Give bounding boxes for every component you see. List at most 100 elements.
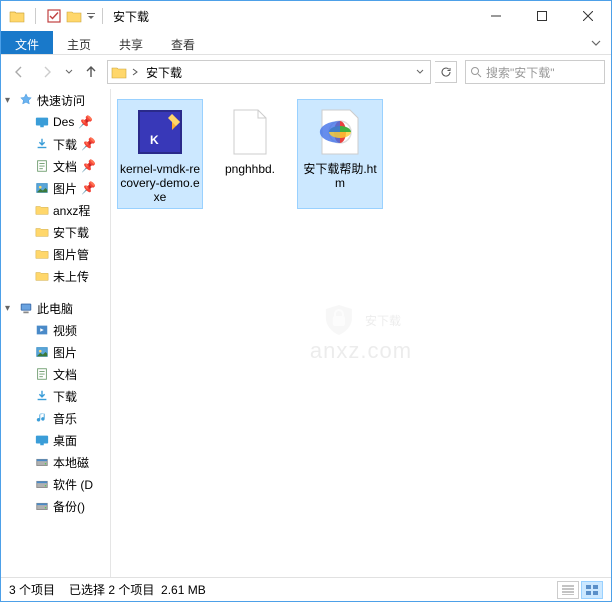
disk-icon [33, 499, 51, 513]
ribbon-expand-icon[interactable] [581, 31, 611, 54]
pin-icon: 📌 [81, 181, 96, 195]
file-item[interactable]: Kkernel-vmdk-recovery-demo.exe [117, 99, 203, 209]
new-folder-icon[interactable] [66, 8, 82, 24]
address-bar[interactable]: 安下载 [107, 60, 431, 84]
downloads-icon [33, 137, 51, 151]
window-controls [473, 1, 611, 31]
nav-bar: 安下载 搜索"安下载" [1, 55, 611, 89]
tree-label: 图片 [53, 344, 77, 361]
navigation-pane[interactable]: ▾快速访问Des📌下载📌文档📌图片📌anxz程安下载图片管未上传▾此电脑视频图片… [1, 89, 111, 577]
tree-item[interactable]: 文档 📌 [1, 155, 110, 177]
file-item[interactable]: 安下载帮助.htm [297, 99, 383, 209]
tree-item[interactable]: ▾ 此电脑 [1, 297, 110, 319]
tree-item[interactable]: 桌面 [1, 429, 110, 451]
window-title: 安下载 [113, 8, 149, 25]
address-segment-current[interactable]: 安下载 [142, 64, 186, 81]
tree-item[interactable]: 图片📌 [1, 177, 110, 199]
chevron-right-icon [132, 68, 138, 76]
tree-item[interactable]: 图片管 [1, 243, 110, 265]
nav-up-button[interactable] [79, 60, 103, 84]
tree-caret-icon[interactable]: ▾ [5, 303, 17, 314]
watermark: 安下载 anxz.com [310, 302, 412, 364]
tree-item[interactable]: 软件 (D [1, 473, 110, 495]
tree-item[interactable]: 图片 [1, 341, 110, 363]
tab-home[interactable]: 主页 [53, 31, 105, 54]
qat-dropdown-icon[interactable] [86, 8, 96, 24]
file-item[interactable]: pnghhbd. [207, 99, 293, 209]
folder-icon [33, 225, 51, 239]
nav-back-button[interactable] [7, 60, 31, 84]
tree-item[interactable]: 视频 [1, 319, 110, 341]
tab-view[interactable]: 查看 [157, 31, 209, 54]
disk-icon [33, 477, 51, 491]
address-dropdown-icon[interactable] [412, 68, 428, 76]
file-thumbnail: K [132, 104, 188, 160]
tree-label: 桌面 [53, 432, 77, 449]
nav-forward-button[interactable] [35, 60, 59, 84]
disk-icon [33, 455, 51, 469]
tree-item[interactable]: 音乐 [1, 407, 110, 429]
minimize-button[interactable] [473, 1, 519, 31]
file-name: pnghhbd. [225, 162, 275, 176]
videos-icon [33, 323, 51, 337]
folder-icon [33, 247, 51, 261]
maximize-button[interactable] [519, 1, 565, 31]
ribbon-tabs: 文件 主页 共享 查看 [1, 31, 611, 55]
icons-view-button[interactable] [581, 581, 603, 599]
tab-file[interactable]: 文件 [1, 31, 53, 54]
tree-label: 此电脑 [37, 300, 73, 317]
file-name: kernel-vmdk-recovery-demo.exe [120, 162, 200, 204]
tree-label: 文档 [53, 158, 77, 175]
search-input[interactable]: 搜索"安下载" [465, 60, 605, 84]
tab-share[interactable]: 共享 [105, 31, 157, 54]
folder-icon [33, 203, 51, 217]
nav-history-dropdown[interactable] [63, 68, 75, 76]
status-selection: 已选择 2 个项目 2.61 MB [69, 581, 206, 598]
titlebar: 安下载 [1, 1, 611, 31]
search-icon [470, 66, 482, 78]
separator [102, 8, 103, 24]
folder-icon [9, 8, 25, 24]
tree-item[interactable]: Des📌 [1, 111, 110, 133]
tree-item[interactable]: anxz程 [1, 199, 110, 221]
file-thumbnail [222, 104, 278, 160]
folder-icon [110, 65, 128, 79]
details-view-button[interactable] [557, 581, 579, 599]
tree-item[interactable]: 下载 📌 [1, 133, 110, 155]
refresh-button[interactable] [435, 61, 457, 83]
tree-label: 软件 (D [53, 476, 93, 493]
properties-icon[interactable] [46, 8, 62, 24]
close-button[interactable] [565, 1, 611, 31]
tree-caret-icon[interactable]: ▾ [5, 95, 17, 106]
tree-label: 音乐 [53, 410, 77, 427]
desktop-icon [33, 433, 51, 447]
pin-icon: 📌 [78, 115, 93, 129]
tree-label: 文档 [53, 366, 77, 383]
pin-icon: 📌 [81, 137, 96, 151]
tree-label: 快速访问 [37, 92, 85, 109]
tree-item[interactable]: ▾ 快速访问 [1, 89, 110, 111]
tree-label: 视频 [53, 322, 77, 339]
pictures-icon [33, 181, 51, 195]
pc-icon [17, 301, 35, 315]
tree-label: 下载 [53, 136, 77, 153]
tree-item[interactable]: 本地磁 [1, 451, 110, 473]
tree-item[interactable]: 文档 [1, 363, 110, 385]
pictures-icon [33, 345, 51, 359]
pin-icon: 📌 [81, 159, 96, 173]
tree-item[interactable]: 下载 [1, 385, 110, 407]
address-segment[interactable] [128, 68, 142, 76]
tree-label: 本地磁 [53, 454, 89, 471]
file-thumbnail [312, 104, 368, 160]
tree-item[interactable]: 未上传 [1, 265, 110, 287]
tree-item[interactable]: 安下载 [1, 221, 110, 243]
tree-label: 图片管 [53, 246, 89, 263]
music-icon [33, 411, 51, 425]
status-bar: 3 个项目 已选择 2 个项目 2.61 MB [1, 577, 611, 601]
tree-item[interactable]: 备份() [1, 495, 110, 517]
file-list[interactable]: Kkernel-vmdk-recovery-demo.exe pnghhbd. 安下… [111, 89, 611, 577]
tree-label: 安下载 [53, 224, 89, 241]
tree-label: 未上传 [53, 268, 89, 285]
documents-icon [33, 159, 51, 173]
search-placeholder: 搜索"安下载" [486, 64, 555, 81]
